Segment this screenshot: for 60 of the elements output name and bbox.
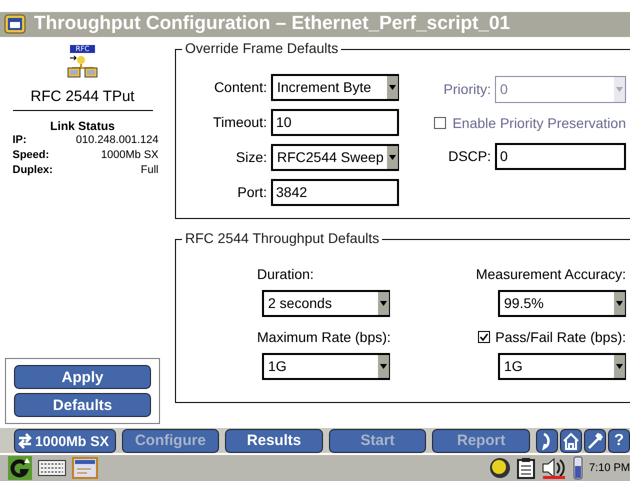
window-icon[interactable] bbox=[72, 457, 98, 480]
clipboard-icon[interactable] bbox=[517, 457, 536, 480]
caret-icon bbox=[616, 364, 623, 369]
field-value: Full bbox=[140, 162, 158, 178]
clock: 7:10 PM bbox=[589, 462, 630, 474]
dropdown[interactable]: 1G bbox=[498, 352, 626, 380]
globe-icon[interactable] bbox=[489, 457, 512, 480]
swap-arrows-icon bbox=[17, 432, 33, 449]
field-label: Duplex: bbox=[12, 162, 53, 178]
input-field[interactable]: 10 bbox=[271, 108, 399, 136]
back-button[interactable] bbox=[536, 428, 558, 453]
field-label: Priority: bbox=[442, 81, 491, 98]
dropdown[interactable]: 2 seconds bbox=[262, 290, 390, 317]
battery-icon[interactable] bbox=[573, 456, 584, 480]
start-logo-icon[interactable] bbox=[8, 456, 32, 480]
field-label: Timeout: bbox=[212, 114, 267, 130]
field-label: Pass/Fail Rate (bps): bbox=[495, 328, 626, 345]
checkbox[interactable] bbox=[478, 330, 490, 343]
caret-icon bbox=[380, 364, 387, 369]
caret-icon bbox=[380, 300, 387, 306]
window-title: Throughput Configuration – Ethernet_Perf_script_01 bbox=[34, 13, 510, 36]
home-icon bbox=[562, 432, 580, 450]
network-icon bbox=[66, 54, 100, 78]
field-label: Content: bbox=[213, 79, 267, 96]
field-label: Size: bbox=[234, 149, 267, 166]
help-button[interactable]: ? bbox=[608, 428, 630, 453]
dropdown[interactable]: RFC2544 Sweep bbox=[271, 144, 399, 171]
hammer-icon bbox=[586, 432, 604, 450]
test-name: RFC 2544 TPut bbox=[12, 88, 152, 111]
group-title: Override Frame Defaults bbox=[182, 40, 342, 56]
keyboard-icon[interactable] bbox=[38, 460, 66, 476]
field-label: Duration: bbox=[257, 266, 314, 282]
dropdown[interactable]: Increment Byte bbox=[271, 74, 399, 101]
input-field[interactable]: 3842 bbox=[271, 178, 399, 206]
window-icon bbox=[4, 14, 26, 34]
action-button[interactable]: Defaults bbox=[14, 393, 151, 418]
field-label: Maximum Rate (bps): bbox=[257, 328, 391, 345]
speaker-icon[interactable] bbox=[541, 457, 568, 480]
dropdown[interactable]: 1G bbox=[262, 352, 390, 380]
field-label: Measurement Accuracy: bbox=[476, 266, 626, 282]
field-label: IP: bbox=[12, 132, 28, 148]
field-value: 1000Mb SX bbox=[100, 148, 158, 163]
field-label: DSCP: bbox=[447, 148, 491, 164]
port-button[interactable]: 1000Mb SX bbox=[14, 428, 116, 453]
caret-icon bbox=[389, 154, 396, 160]
home-button[interactable] bbox=[560, 428, 582, 453]
section-title: Link Status bbox=[50, 118, 115, 133]
field-label: Speed: bbox=[12, 148, 50, 163]
caret-icon bbox=[616, 86, 623, 92]
field-value: 010.248.001.124 bbox=[76, 132, 158, 148]
tools-button[interactable] bbox=[584, 428, 606, 453]
input-field[interactable]: 0 bbox=[495, 142, 626, 170]
group-title: RFC 2544 Throughput Defaults bbox=[182, 230, 382, 246]
caret-icon bbox=[616, 300, 623, 306]
field-label: Port: bbox=[236, 184, 267, 200]
nav-button[interactable]: Results bbox=[225, 428, 323, 453]
dropdown[interactable]: 99.5% bbox=[498, 290, 626, 317]
action-button[interactable]: Apply bbox=[14, 365, 151, 390]
caret-icon bbox=[389, 84, 396, 90]
checkbox-label: Enable Priority Preservation bbox=[452, 114, 626, 131]
